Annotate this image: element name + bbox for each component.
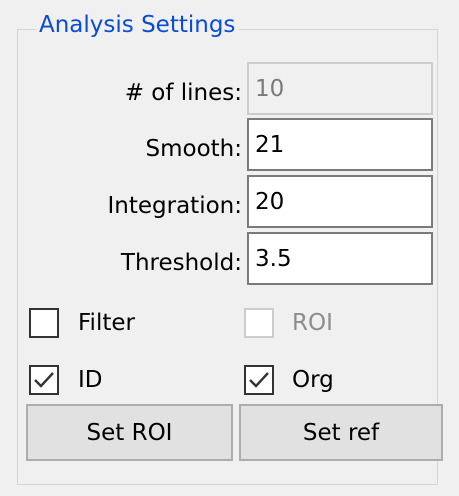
threshold-input[interactable] — [247, 232, 433, 285]
checkmark-icon — [249, 372, 269, 388]
integration-label: Integration: — [107, 193, 243, 219]
lines-label: # of lines: — [124, 80, 242, 106]
filter-checkbox[interactable] — [29, 308, 59, 338]
id-label[interactable]: ID — [78, 365, 103, 395]
checkmark-icon — [34, 372, 54, 388]
id-checkbox[interactable] — [29, 365, 59, 395]
set-roi-button[interactable]: Set ROI — [26, 404, 233, 461]
roi-label: ROI — [292, 310, 333, 336]
threshold-label: Threshold: — [120, 250, 242, 276]
group-title: Analysis Settings — [36, 10, 239, 40]
lines-input — [247, 62, 433, 115]
roi-checkbox — [244, 308, 274, 338]
filter-label[interactable]: Filter — [78, 308, 135, 338]
org-checkbox[interactable] — [244, 365, 274, 395]
org-label[interactable]: Org — [292, 365, 334, 395]
smooth-label: Smooth: — [145, 136, 243, 162]
integration-input[interactable] — [247, 175, 433, 228]
smooth-input[interactable] — [247, 118, 433, 171]
set-ref-button[interactable]: Set ref — [239, 404, 443, 461]
